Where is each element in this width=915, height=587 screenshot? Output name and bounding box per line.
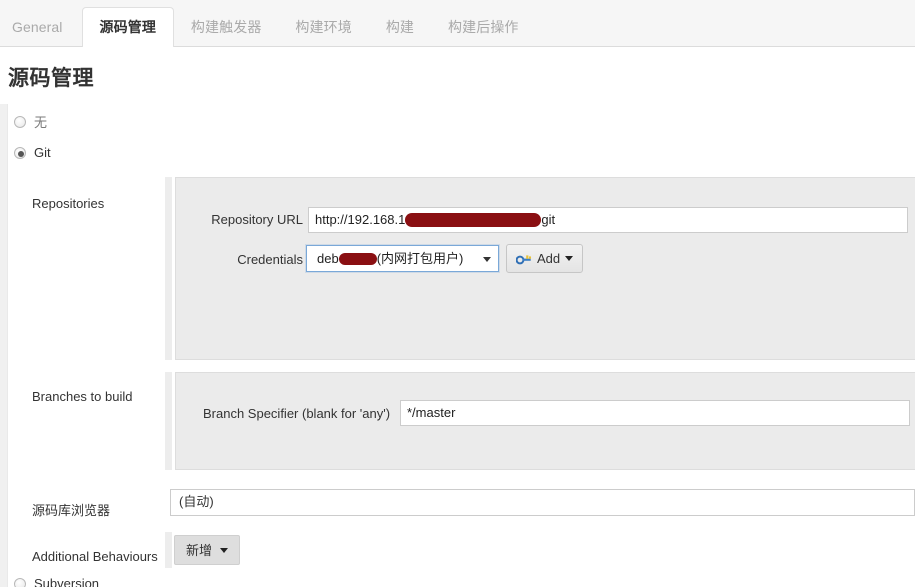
tab-build[interactable]: 构建 bbox=[369, 8, 431, 47]
add-credentials-button-label: Add bbox=[537, 252, 560, 265]
repository-url-value-suffix: git bbox=[541, 212, 555, 227]
add-credentials-caret-icon bbox=[565, 256, 573, 261]
repository-url-value-prefix: http://192.168.1 bbox=[315, 212, 405, 227]
repositories-section-label: Repositories bbox=[32, 190, 104, 211]
repository-url-redaction bbox=[405, 213, 541, 227]
branch-specifier-row: Branch Specifier (blank for 'any') bbox=[203, 406, 390, 421]
jenkins-job-config-scm-page: General 源码管理 构建触发器 构建环境 构建 构建后操作 源码管理 无 … bbox=[0, 0, 915, 587]
left-gutter-strip bbox=[0, 104, 8, 587]
radio-none-indicator[interactable] bbox=[14, 116, 26, 128]
chevron-down-icon bbox=[483, 257, 491, 262]
config-tab-bar: General 源码管理 构建触发器 构建环境 构建 构建后操作 bbox=[0, 0, 915, 47]
credentials-label: Credentials bbox=[203, 252, 303, 267]
scm-option-none-label: 无 bbox=[34, 112, 47, 131]
credentials-row: Credentials bbox=[203, 252, 303, 267]
scm-option-subversion[interactable]: Subversion bbox=[14, 576, 99, 587]
scm-option-none[interactable]: 无 bbox=[14, 112, 47, 131]
credentials-value-suffix: (内网打包用户) bbox=[377, 251, 464, 266]
tab-source-code-management[interactable]: 源码管理 bbox=[82, 7, 174, 47]
branch-specifier-label: Branch Specifier (blank for 'any') bbox=[203, 406, 390, 421]
additional-behaviours-divider bbox=[165, 532, 172, 568]
additional-behaviours-label: Additional Behaviours bbox=[32, 543, 158, 564]
credentials-redaction bbox=[339, 253, 377, 265]
scm-option-git-label: Git bbox=[34, 145, 51, 160]
scm-option-subversion-label: Subversion bbox=[34, 576, 99, 587]
tab-build-environment[interactable]: 构建环境 bbox=[278, 8, 368, 47]
branches-section-label: Branches to build bbox=[32, 383, 132, 404]
branches-divider bbox=[165, 372, 172, 470]
scm-option-git[interactable]: Git bbox=[14, 145, 51, 160]
radio-git-indicator[interactable] bbox=[14, 147, 26, 159]
repositories-divider bbox=[165, 177, 172, 360]
tab-build-triggers[interactable]: 构建触发器 bbox=[174, 8, 279, 47]
repository-url-row: Repository URL bbox=[203, 212, 303, 227]
tab-post-build-actions[interactable]: 构建后操作 bbox=[431, 8, 536, 47]
add-credentials-button[interactable]: Add bbox=[506, 244, 583, 273]
branch-specifier-input[interactable]: */master bbox=[400, 400, 910, 426]
repository-url-input[interactable]: http://192.168.1 git bbox=[308, 207, 908, 233]
add-behaviour-button[interactable]: 新增 bbox=[174, 535, 240, 565]
key-icon bbox=[516, 252, 532, 266]
credentials-value-prefix: deb bbox=[317, 251, 339, 266]
add-behaviour-caret-icon bbox=[220, 548, 228, 553]
repository-url-label: Repository URL bbox=[203, 212, 303, 227]
page-title: 源码管理 bbox=[8, 62, 94, 92]
tab-list: General 源码管理 构建触发器 构建环境 构建 构建后操作 bbox=[0, 7, 536, 47]
repository-browser-select[interactable]: (自动) bbox=[170, 489, 915, 516]
tab-general[interactable]: General bbox=[0, 8, 82, 47]
radio-subversion-indicator[interactable] bbox=[14, 578, 26, 587]
add-behaviour-button-label: 新增 bbox=[186, 544, 212, 557]
credentials-select[interactable]: deb (内网打包用户) bbox=[306, 245, 499, 272]
repository-browser-label: 源码库浏览器 bbox=[32, 494, 110, 519]
